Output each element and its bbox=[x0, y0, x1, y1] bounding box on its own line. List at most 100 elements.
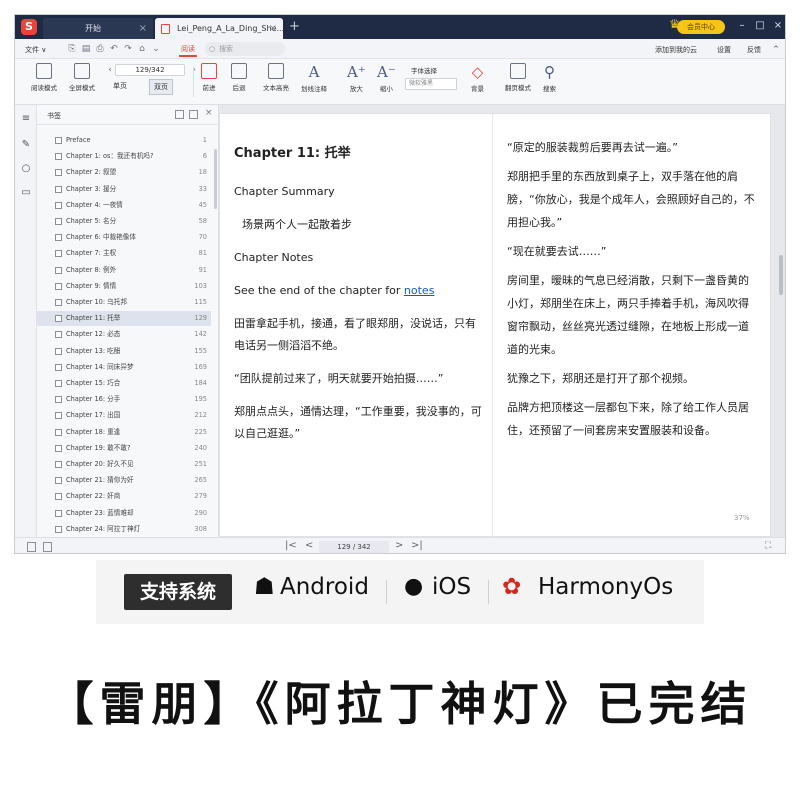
search-input[interactable]: ○ 搜索 bbox=[205, 42, 285, 56]
window-close-button[interactable]: × bbox=[769, 18, 785, 34]
tab-home[interactable]: 开始 × bbox=[43, 18, 153, 39]
zoom-in-button[interactable]: A⁺ 放大 bbox=[347, 63, 366, 93]
close-icon[interactable]: × bbox=[269, 18, 277, 39]
bookmark-checkbox[interactable] bbox=[55, 266, 62, 274]
bookmark-item[interactable]: Chapter 12: 必态 142 bbox=[37, 327, 211, 342]
collapse-ribbon-icon[interactable]: ^ bbox=[773, 45, 779, 53]
document-scrollbar[interactable] bbox=[779, 255, 783, 295]
first-page-button[interactable]: |< bbox=[285, 540, 297, 551]
bookmark-checkbox[interactable] bbox=[55, 396, 62, 404]
file-menu[interactable]: 文件 ∨ bbox=[25, 45, 46, 55]
bookmark-item[interactable]: Chapter 13: 吃醋 155 bbox=[37, 344, 211, 359]
bookmark-item[interactable]: Chapter 17: 出国 212 bbox=[37, 408, 211, 423]
bookmark-item[interactable]: Chapter 15: 巧合 184 bbox=[37, 376, 211, 391]
bookmark-checkbox[interactable] bbox=[55, 250, 62, 258]
bookmark-checkbox[interactable] bbox=[55, 218, 62, 225]
close-icon[interactable]: × bbox=[139, 18, 147, 39]
minimize-button[interactable]: – bbox=[733, 18, 751, 34]
background-button[interactable]: ◇ 背景 bbox=[471, 63, 484, 93]
next-page-icon[interactable]: › bbox=[189, 65, 199, 75]
bookmark-checkbox[interactable] bbox=[55, 444, 62, 452]
bookmark-checkbox[interactable] bbox=[55, 412, 62, 420]
next-page-button[interactable]: > bbox=[395, 540, 403, 551]
bookmark-checkbox[interactable] bbox=[55, 461, 62, 468]
bookmark-item[interactable]: Chapter 24: 阿拉丁神灯 308 bbox=[37, 522, 211, 537]
search-icon[interactable]: ○ bbox=[20, 163, 32, 175]
feedback-button[interactable]: 反馈 bbox=[747, 45, 761, 55]
font-select[interactable]: 微软雅黑 bbox=[405, 78, 457, 90]
bookmark-item[interactable]: Chapter 21: 猜你为奸 265 bbox=[37, 473, 211, 488]
vip-center-button[interactable]: 会员中心 bbox=[677, 20, 725, 34]
bookmark-item[interactable]: Chapter 19: 敢不敢? 240 bbox=[37, 441, 211, 456]
bookmark-checkbox[interactable] bbox=[55, 477, 62, 485]
chevron-down-icon[interactable]: ⌄ bbox=[151, 44, 161, 54]
search-button[interactable]: ⚲ 搜索 bbox=[543, 63, 556, 93]
bookmark-item[interactable]: Chapter 22: 奸商 279 bbox=[37, 489, 211, 504]
bookmark-item[interactable]: Chapter 11: 托举 129 bbox=[37, 311, 211, 327]
bookmark-scrollbar[interactable] bbox=[214, 149, 217, 209]
bookmark-checkbox[interactable] bbox=[55, 347, 62, 355]
bookmark-checkbox[interactable] bbox=[55, 299, 62, 306]
bookmark-checkbox[interactable] bbox=[55, 234, 62, 242]
new-tab-button[interactable]: + bbox=[289, 17, 300, 37]
bookmark-item[interactable]: Chapter 6: 中裁艳像体 70 bbox=[37, 230, 211, 245]
tab-document[interactable]: Lei_Peng_A_La_Ding_She... × bbox=[155, 18, 283, 39]
add-to-cloud-button[interactable]: 添加到我的云 bbox=[655, 45, 697, 55]
collapse-all-icon[interactable] bbox=[189, 110, 198, 119]
bookmark-item[interactable]: Chapter 14: 同床异梦 169 bbox=[37, 360, 211, 375]
bookmark-item[interactable]: Chapter 2: 叙盟 18 bbox=[37, 165, 211, 180]
settings-button[interactable]: 设置 bbox=[717, 45, 731, 55]
bookmark-item[interactable]: Chapter 23: 蓝情难却 290 bbox=[37, 506, 211, 521]
page-number-input[interactable]: 129/342 bbox=[115, 64, 185, 76]
double-page-button[interactable]: 双页 bbox=[149, 79, 173, 95]
back-button[interactable]: 后退 bbox=[231, 63, 247, 92]
bookmark-item[interactable]: Chapter 5: 名分 58 bbox=[37, 214, 211, 229]
thumbnail-icon[interactable] bbox=[43, 542, 52, 552]
expand-all-icon[interactable] bbox=[175, 110, 184, 119]
bookmark-checkbox[interactable] bbox=[55, 380, 62, 387]
bookmark-item[interactable]: Chapter 9: 情情 103 bbox=[37, 279, 211, 294]
bookmark-checkbox[interactable] bbox=[55, 525, 62, 533]
read-mode-button[interactable]: 阅读模式 bbox=[31, 63, 57, 92]
forward-button[interactable]: 前进 bbox=[201, 63, 217, 92]
bookmark-item[interactable]: Chapter 10: 乌托邦 115 bbox=[37, 295, 211, 310]
bookmark-checkbox[interactable] bbox=[55, 169, 62, 177]
open-icon[interactable]: ⎘ bbox=[67, 44, 77, 54]
bookmark-item[interactable]: Chapter 18: 重逢 225 bbox=[37, 425, 211, 440]
page-indicator[interactable]: 129 / 342 bbox=[319, 541, 389, 553]
bookmark-checkbox[interactable] bbox=[55, 493, 62, 501]
bookmark-item[interactable]: Preface 1 bbox=[37, 133, 211, 148]
notes-link[interactable]: notes bbox=[404, 284, 435, 297]
bookmark-item[interactable]: Chapter 7: 主权 81 bbox=[37, 246, 211, 261]
document-icon[interactable]: ▭ bbox=[20, 187, 32, 199]
bookmark-item[interactable]: Chapter 1: os：我还有机吗? 6 bbox=[37, 149, 211, 164]
bookmark-item[interactable]: Chapter 3: 援分 33 bbox=[37, 182, 211, 197]
fullscreen-button[interactable]: 全屏模式 bbox=[69, 63, 95, 92]
close-icon[interactable]: × bbox=[205, 108, 213, 118]
bookmark-checkbox[interactable] bbox=[55, 201, 62, 209]
bookmark-item[interactable]: Chapter 8: 例外 91 bbox=[37, 263, 211, 278]
bookmark-checkbox[interactable] bbox=[55, 331, 62, 339]
maximize-button[interactable]: □ bbox=[751, 18, 769, 34]
menu-tab-read[interactable]: 阅读 bbox=[179, 42, 197, 57]
bookmark-item[interactable]: Chapter 4: 一夜情 45 bbox=[37, 198, 211, 213]
previous-page-icon[interactable]: ‹ bbox=[105, 65, 115, 75]
home-icon[interactable]: ⌂ bbox=[137, 44, 147, 54]
bookmark-checkbox[interactable] bbox=[55, 185, 62, 193]
redo-icon[interactable]: ↷ bbox=[123, 44, 133, 54]
page-view-icon[interactable] bbox=[27, 542, 36, 552]
bookmark-checkbox[interactable] bbox=[55, 315, 62, 323]
bookmark-item[interactable]: Chapter 20: 好久不见 251 bbox=[37, 457, 211, 472]
save-icon[interactable]: ▤ bbox=[81, 44, 91, 54]
bookmark-checkbox[interactable] bbox=[55, 282, 62, 290]
annotate-button[interactable]: A 划线注释 bbox=[301, 63, 327, 93]
bookmark-checkbox[interactable] bbox=[55, 509, 62, 517]
print-icon[interactable]: ⎙ bbox=[95, 44, 105, 54]
bookmark-item[interactable]: Chapter 16: 分手 195 bbox=[37, 392, 211, 407]
prev-page-button[interactable]: < bbox=[305, 540, 313, 551]
menu-icon[interactable]: ≡ bbox=[20, 113, 32, 125]
single-page-button[interactable]: 单页 bbox=[113, 81, 127, 91]
last-page-button[interactable]: >| bbox=[411, 540, 423, 551]
bookmark-checkbox[interactable] bbox=[55, 363, 62, 371]
bookmark-checkbox[interactable] bbox=[55, 153, 62, 161]
